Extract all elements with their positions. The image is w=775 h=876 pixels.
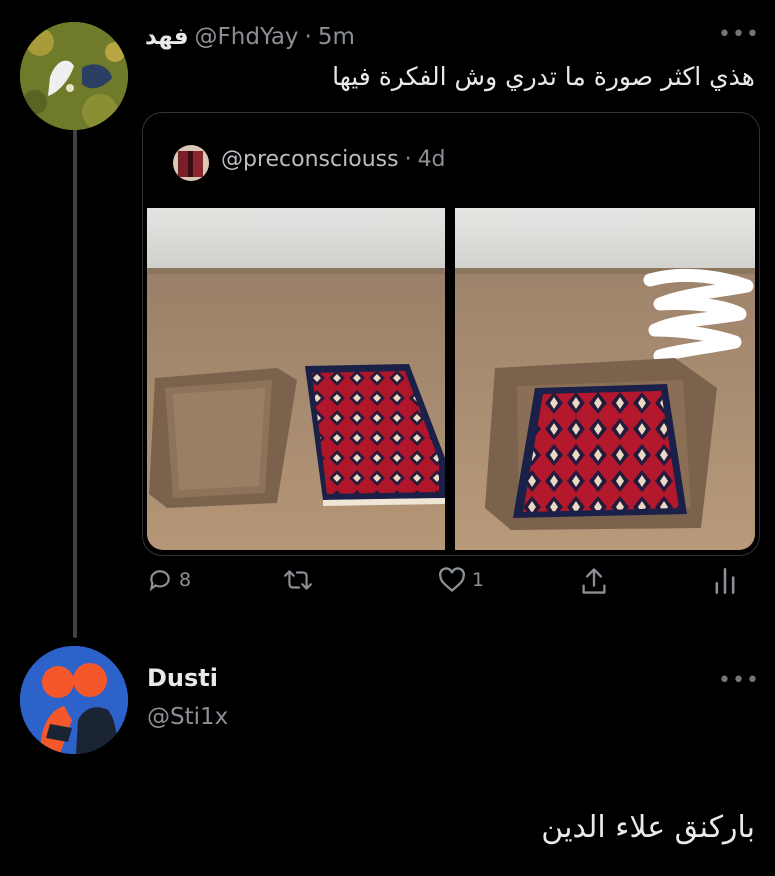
like-button[interactable]: 1 — [438, 567, 484, 593]
author-name[interactable]: فهد — [145, 24, 189, 50]
tweet-header: فهد @FhdYay · 5m — [145, 21, 355, 53]
author-handle[interactable]: @FhdYay — [195, 24, 299, 50]
tweet-text: هذي اكثر صورة ما تدري وش الفكرة فيها — [332, 62, 755, 91]
retweet-button[interactable] — [283, 567, 313, 593]
share-button[interactable] — [580, 566, 608, 596]
reply-text: باركنق علاء الدين — [541, 810, 755, 845]
retweet-icon — [284, 570, 312, 590]
reply-author-name[interactable]: Dusti — [147, 664, 218, 692]
quoted-tweet-card[interactable]: @preconsciouss · 4d — [142, 112, 760, 556]
more-options-icon[interactable]: ••• — [718, 22, 760, 47]
quoted-header: @preconsciouss · 4d — [221, 147, 446, 172]
like-count: 1 — [472, 569, 485, 591]
reply-button[interactable]: 8 — [147, 567, 191, 593]
quoted-author-avatar[interactable] — [173, 145, 209, 181]
reply-count: 8 — [179, 569, 192, 591]
analytics-button[interactable] — [712, 567, 738, 595]
quoted-photo-left[interactable] — [147, 208, 445, 550]
quoted-time[interactable]: 4d — [418, 147, 446, 172]
share-icon — [582, 568, 606, 594]
reply-author-handle[interactable]: @Sti1x — [147, 704, 228, 730]
tweet-time[interactable]: 5m — [318, 24, 355, 50]
reply-icon — [149, 570, 170, 592]
reply-more-options-icon[interactable]: ••• — [718, 668, 760, 693]
quoted-separator-dot: · — [404, 147, 412, 172]
quoted-handle[interactable]: @preconsciouss — [221, 147, 399, 172]
analytics-icon — [715, 568, 735, 594]
author-avatar[interactable] — [20, 22, 128, 130]
reply-author-avatar[interactable] — [20, 646, 128, 754]
quoted-photo-right[interactable] — [455, 208, 755, 550]
separator-dot: · — [304, 24, 312, 50]
thread-connector-line — [73, 128, 77, 638]
heart-icon — [439, 567, 465, 593]
